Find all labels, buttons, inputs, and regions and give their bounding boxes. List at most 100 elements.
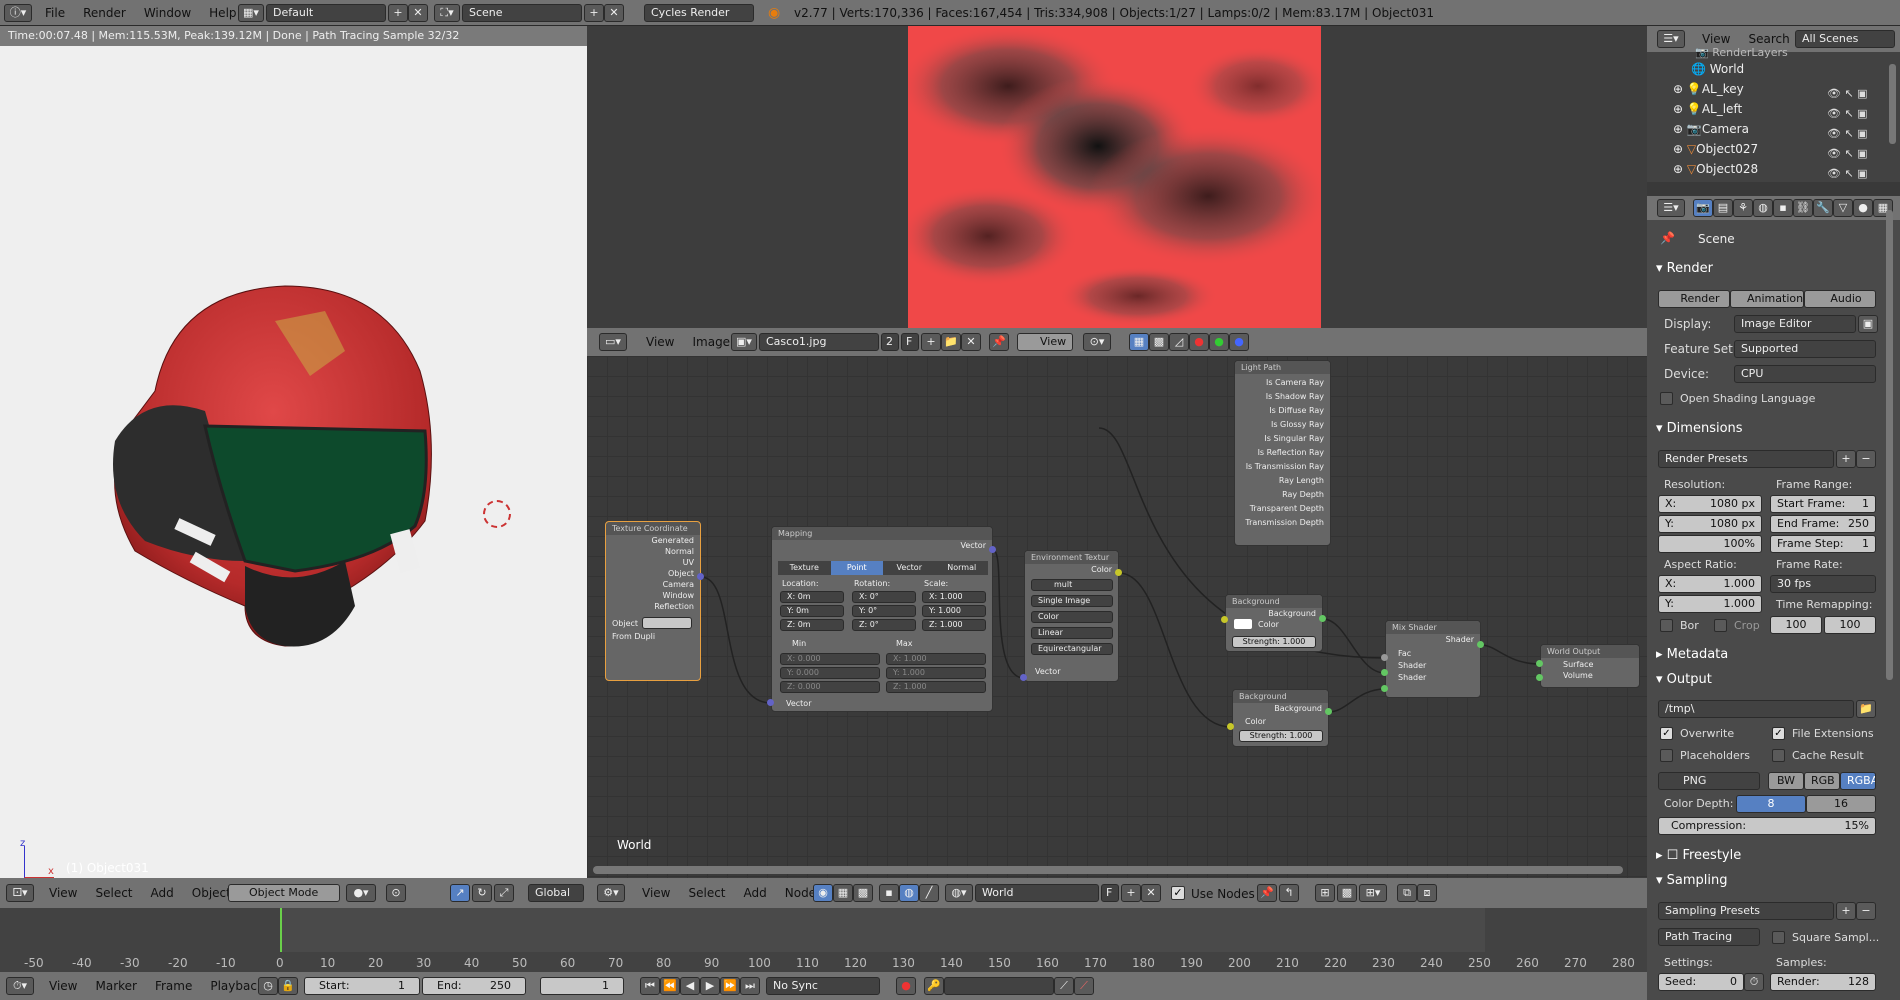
socket[interactable] [1536,660,1543,667]
color-swatch[interactable] [1234,619,1252,629]
rgb-button[interactable]: RGB [1804,772,1840,790]
scene-icon[interactable]: ⛶▾ [434,4,460,22]
end-frame-timeline[interactable]: End: 250 [422,977,526,995]
socket[interactable] [1325,708,1332,715]
frame-step-field[interactable]: Frame Step: 1 [1770,535,1876,553]
render-engine-select[interactable]: Cycles Render [644,4,754,22]
image-editor-type-icon[interactable]: ▭▾ [599,333,627,351]
remove-sampling-preset-icon[interactable]: − [1856,902,1876,920]
outliner-item[interactable]: 📷 RenderLayers [1695,46,1788,60]
start-frame-timeline[interactable]: Start: 1 [304,977,420,995]
max-y[interactable]: Y: 1.000 [886,667,986,679]
add-scene-icon[interactable]: + [584,4,604,22]
display-toggle-icon[interactable]: ▣ [1858,315,1878,333]
scale-manip-icon[interactable]: ⤢ [494,884,514,902]
editor-type-icon[interactable]: ⚀▾ [6,884,34,902]
pin-icon[interactable]: 📌 [1660,231,1675,245]
max-z[interactable]: Z: 1.000 [886,681,986,693]
material-tab-icon[interactable]: ● [1853,199,1873,217]
socket[interactable] [1227,723,1234,730]
pivot-image-icon[interactable]: ⊙▾ [1083,333,1111,351]
viewport-menu-add[interactable]: Add [142,880,183,906]
add-sampling-preset-icon[interactable]: + [1836,902,1856,920]
freestyle-panel-header[interactable]: ▸ ☐ Freestyle [1656,848,1876,863]
frame-rate-select[interactable]: 30 fps [1770,575,1876,593]
delete-keyframe-icon[interactable]: ⟋ [1074,977,1094,995]
env-interp-select[interactable]: Linear [1031,627,1113,639]
snap-element-icon[interactable]: ⊞▾ [1359,884,1387,902]
pin-image-icon[interactable]: 📌 [989,333,1009,351]
modifiers-tab-icon[interactable]: 🔧 [1813,199,1833,217]
socket[interactable] [1221,616,1228,623]
orientation-select[interactable]: Global [528,884,584,902]
socket[interactable] [1020,674,1027,681]
browse-folder-icon[interactable]: 📁 [1856,700,1876,718]
play-reverse-icon[interactable]: ◀ [680,977,700,995]
copy-nodes-icon[interactable]: ⧉ [1397,884,1417,902]
node-texture-coordinate[interactable]: Texture Coordinate Generated Normal UV O… [605,521,701,681]
node-mapping[interactable]: Mapping Vector Texture Point Vector Norm… [771,526,993,712]
add-layout-icon[interactable]: + [388,4,408,22]
snap-node-icon[interactable]: ▩ [1337,884,1357,902]
image-users-field[interactable]: 2 [881,333,899,351]
sampling-presets-select[interactable]: Sampling Presets [1658,902,1834,920]
sync-select[interactable]: No Sync [766,977,880,995]
border-checkbox[interactable] [1660,619,1673,632]
channel-green-icon[interactable]: ● [1209,333,1229,351]
image-name-field[interactable]: Casco1.jpg [759,333,879,351]
device-select[interactable]: CPU [1734,365,1876,383]
node-menu-add[interactable]: Add [735,880,776,906]
crop-checkbox[interactable] [1714,619,1727,632]
socket[interactable] [1319,615,1326,622]
socket[interactable] [1381,654,1388,661]
outliner-item[interactable]: 🌐 World [1691,62,1744,78]
outliner-item[interactable]: ⊕ ▽Object028 [1673,162,1758,178]
depth-8-button[interactable]: 8 [1736,795,1806,813]
line-style-icon[interactable]: ╱ [919,884,939,902]
timeline-menu-frame[interactable]: Frame [146,973,201,999]
unlink-image-icon[interactable]: ✕ [961,333,981,351]
display-select[interactable]: Image Editor [1734,315,1856,333]
shading-icon[interactable]: ●▾ [346,884,376,902]
world-tab-icon[interactable]: ◍ [1753,199,1773,217]
play-icon[interactable]: ▶ [700,977,720,995]
visibility-eye-icon[interactable]: 👁 ↖ ▣ [1827,164,1868,184]
socket[interactable] [989,546,996,553]
outliner-item[interactable]: ⊕ 💡AL_key [1673,82,1744,98]
node-editor-type-icon[interactable]: ⚙▾ [597,884,625,902]
min-z[interactable]: Z: 0.000 [780,681,880,693]
scene-tab-icon[interactable]: ⚘ [1733,199,1753,217]
timeline-menu-marker[interactable]: Marker [86,973,145,999]
socket[interactable] [697,573,704,580]
overwrite-checkbox[interactable]: ✓ [1660,727,1673,740]
render-presets-select[interactable]: Render Presets [1658,450,1834,468]
expand-icon[interactable]: ⊕ [1673,82,1687,96]
min-checkbox[interactable]: Min [792,639,806,648]
mapping-tab-point[interactable]: Point [830,561,883,575]
jump-start-icon[interactable]: ⏮ [640,977,660,995]
sampling-panel-header[interactable]: ▾ Sampling [1656,873,1876,888]
viewport-menu-select[interactable]: Select [86,880,141,906]
max-checkbox[interactable]: Max [896,639,913,648]
res-y-field[interactable]: Y: 1080 px [1658,515,1762,533]
socket[interactable] [1381,685,1388,692]
image-menu-view[interactable]: View [637,329,683,355]
osl-checkbox[interactable] [1660,392,1673,405]
from-dupli-checkbox[interactable]: From Dupli [606,630,700,643]
new-world-icon[interactable]: + [1121,884,1141,902]
rot-x[interactable]: X: 0° [852,591,916,603]
animated-seed-icon[interactable]: ⏱ [1744,973,1764,991]
channel-z-icon[interactable]: ◿ [1169,333,1189,351]
render-samples-field[interactable]: Render: 128 [1770,973,1876,991]
properties-scrollbar[interactable] [1886,210,1893,680]
use-nodes-checkbox-icon[interactable]: ✓ [1171,886,1185,900]
seed-field[interactable]: Seed: 0 [1658,973,1744,991]
outliner-item[interactable]: ⊕ ▽Object027 [1673,142,1758,158]
loc-y[interactable]: Y: 0m [780,605,844,617]
remove-preset-icon[interactable]: − [1856,450,1876,468]
paste-nodes-icon[interactable]: ⧈ [1417,884,1437,902]
new-image-icon[interactable]: + [921,333,941,351]
remove-scene-icon[interactable]: ✕ [604,4,624,22]
env-mapping-select[interactable]: Equirectangular [1031,643,1113,655]
jump-keyframe-back-icon[interactable]: ⏪ [660,977,680,995]
